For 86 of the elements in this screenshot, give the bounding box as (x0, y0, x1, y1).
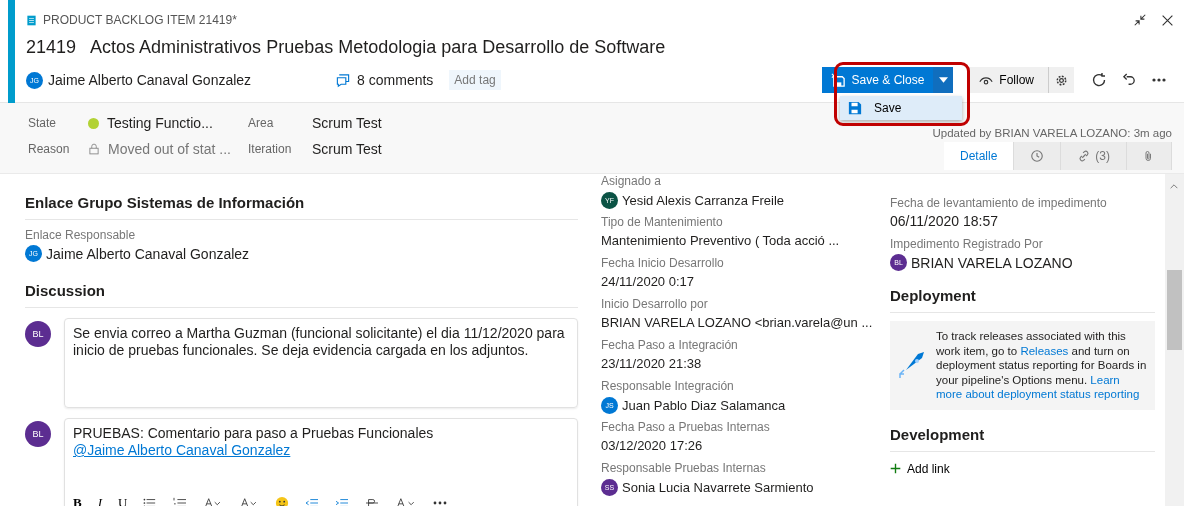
caret-icon (938, 77, 948, 83)
comment-text: Se envia correo a Martha Guzman (funcional solicitante) el dia 11/12/2020 para inicio de pruebas funcionales. Se deja evidencia cargada en los adjuntos. (64, 318, 578, 408)
comments-icon (335, 72, 352, 88)
add-link-button[interactable]: Add link (890, 461, 950, 476)
field-label: State (28, 116, 58, 130)
field-label: Inicio Desarrollo por (601, 297, 709, 311)
comment-text: PRUEBAS: Comentario para paso a Pruebas Funcionales @Jaime Alberto Canaval Gonzalez (73, 425, 435, 459)
field-label: Area (248, 116, 275, 130)
scroll-up-icon (1170, 184, 1178, 189)
section-heading: Development (890, 425, 1155, 452)
eye-icon (979, 75, 994, 85)
attachment-tab[interactable] (1127, 142, 1172, 170)
section-heading: Discussion (25, 282, 578, 308)
history-tab[interactable] (1014, 142, 1062, 170)
field-value[interactable]: Scrum Test (312, 115, 432, 131)
refresh-icon (1091, 72, 1107, 88)
field-label: Impedimento Registrado Por (890, 237, 1044, 251)
numbered-list-icon (173, 496, 188, 506)
field-value[interactable]: 24/11/2020 0:17 (601, 274, 694, 289)
mention-link[interactable]: @Jaime Alberto Canaval Gonzalez (73, 442, 291, 458)
field-value[interactable]: BRIAN VARELA LOZANO <brian.varela@un ... (601, 315, 873, 330)
scrollbar-thumb[interactable] (1167, 270, 1182, 350)
field-value[interactable]: 03/12/2020 17:26 (601, 438, 703, 453)
field-value[interactable]: Juan Pablo Diaz Salamanca (622, 398, 786, 413)
indent-icon (335, 496, 350, 506)
save-close-button[interactable]: Save & Close (821, 67, 934, 93)
item-type-label: PRODUCT BACKLOG ITEM 21419* (43, 13, 237, 27)
link[interactable]: more about deployment status reporting (936, 388, 1140, 401)
more-icon (433, 500, 448, 505)
dropdown-button[interactable] (933, 67, 954, 93)
document-icon (26, 13, 37, 27)
save-icon (848, 101, 862, 115)
follow-button[interactable]: Follow (969, 67, 1048, 93)
rocket-icon (896, 350, 926, 381)
field-label: Fecha de levantamiento de impedimento (890, 196, 1108, 210)
link[interactable]: Learn (1090, 373, 1120, 386)
scrollbar[interactable] (1165, 174, 1184, 506)
field-value[interactable]: Scrum Test (312, 141, 432, 157)
field-value: Moved out of stat ... (108, 141, 231, 157)
undo-icon (1121, 72, 1137, 88)
more-icon (1152, 78, 1166, 82)
field-label: Responsable Integración (601, 379, 735, 393)
avatar: BL (25, 321, 51, 347)
history-icon (1030, 149, 1045, 163)
field-label: Enlace Responsable (25, 228, 137, 242)
field-value[interactable]: Mantenimiento Preventivo ( Toda acció ... (601, 233, 840, 248)
outdent-icon (305, 496, 320, 506)
emoji-icon (275, 495, 290, 506)
avatar: BL (25, 421, 51, 447)
updated-info: Updated by BRIAN VARELA LOZANO: 3m ago (932, 127, 1172, 139)
field-value[interactable]: Jaime Alberto Canaval Gonzalez (46, 245, 250, 262)
field-value[interactable]: Sonia Lucia Navarrete Sarmiento (622, 480, 814, 495)
field-label: Asignado a (601, 174, 663, 188)
field-label: Fecha Inicio Desarrollo (601, 256, 725, 270)
field-value[interactable]: 23/11/2020 21:38 (601, 356, 702, 371)
field-label: Iteration (248, 142, 293, 156)
save-menu-item[interactable]: Save (840, 96, 962, 120)
field-value[interactable]: 06/11/2020 18:57 (890, 213, 998, 229)
item-id: 21419 (26, 36, 77, 58)
link[interactable]: Releases (1020, 344, 1069, 357)
bullet-list-icon (143, 496, 158, 506)
section-heading: Deployment (890, 287, 1155, 313)
save-close-icon (830, 72, 846, 88)
field-label: Fecha Paso a Pruebas Internas (601, 420, 771, 434)
lock-icon (88, 142, 100, 156)
field-value[interactable]: BRIAN VARELA LOZANO (911, 254, 1073, 271)
plus-icon (890, 463, 901, 475)
assignee-name[interactable]: Jaime Alberto Canaval Gonzalez (48, 72, 252, 88)
settings-button[interactable] (1048, 67, 1074, 93)
details-tab[interactable]: Detalle (943, 142, 1015, 170)
collapse-icon (1133, 13, 1147, 27)
strikethrough-icon (365, 496, 380, 506)
info-text: To track releases associated with this work item, go to Releases and turn on deployment status reporting for Boards in your pipeline's Options menu. Learn more about deployment status reporting (936, 329, 1148, 402)
field-value[interactable]: Yesid Alexis Carranza Freile (622, 193, 785, 208)
section-heading: Enlace Grupo Sistemas de Información (25, 194, 578, 220)
field-label: Fecha Paso a Integración (601, 338, 739, 352)
links-tab[interactable]: (3) (1061, 142, 1127, 170)
add-tag-button[interactable]: Add tag (449, 70, 501, 90)
field-label: Reason (28, 142, 71, 156)
comments-count[interactable]: 8 comments (357, 72, 434, 88)
close-icon (1161, 13, 1174, 27)
field-label: Tipo de Mantenimiento (601, 215, 724, 229)
field-value[interactable]: Testing Functio... (107, 115, 213, 131)
link-icon (1077, 149, 1092, 163)
item-title[interactable]: Actos Administrativos Pruebas Metodologia para Desarrollo de Software (90, 36, 666, 58)
field-label: Responsable Pruebas Internas (601, 461, 767, 475)
